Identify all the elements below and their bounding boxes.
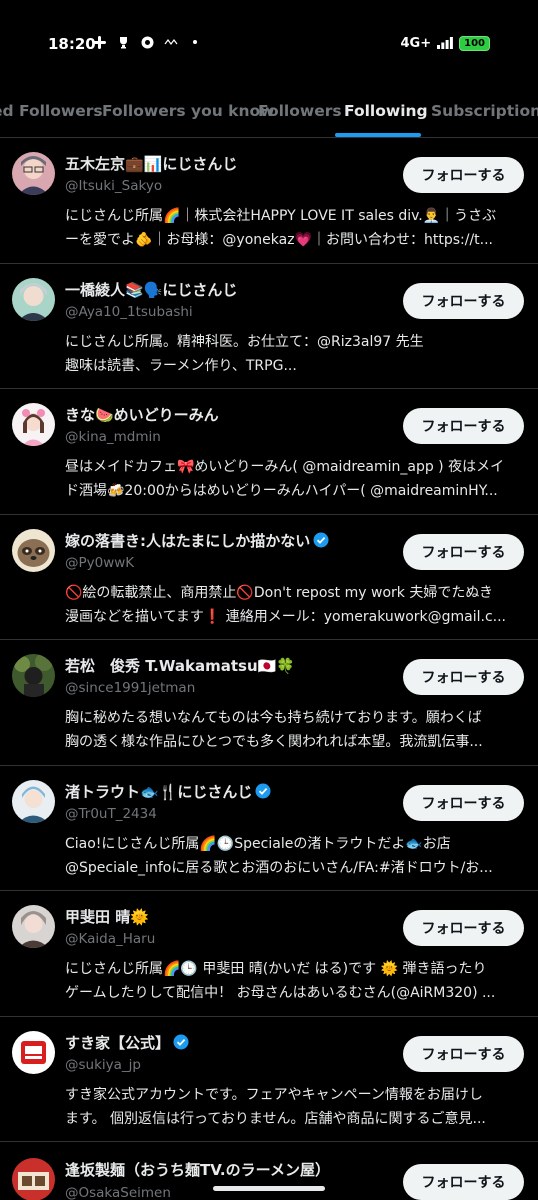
tab-subscriptions[interactable]: Subscriptions [431,102,538,120]
user-name-line: 若松 俊秀 T.Wakamatsu🇯🇵🍀 [65,655,395,676]
following-list: 五木左京💼📊にじさんじ @Itsuki_Sakyo にじさんじ所属🌈｜株式会社H… [0,138,538,1200]
app-icon [164,35,178,49]
avatar[interactable] [12,1158,55,1200]
user-handle: @OsakaSeimen [65,1185,171,1200]
user-row[interactable]: 一橋綾人📚🗣️にじさんじ @Aya10_1tsubashi にじさんじ所属。精神… [0,264,538,389]
avatar[interactable] [12,905,55,948]
user-name-line: きな🍉めいどりーみん [65,404,395,425]
dot-icon [188,35,202,49]
tab-verified-followers[interactable]: ed Followers [0,102,103,120]
user-bio: Ciao!にじさんじ所属🌈🕒Specialeの渚トラウトだよ🐟お店 @Speci… [65,835,493,876]
user-name: 甲斐田 晴🌞 [65,908,149,926]
user-bio: 昼はメイドカフェ🎀めいどりーみん( @maidreamin_app ) 夜はメイ… [65,459,505,499]
user-name-line: 嫁の落書き:人はたまにしか描かない [65,530,395,551]
follow-button[interactable]: フォローする [403,282,524,319]
user-name: 嫁の落書き:人はたまにしか描かない [65,531,311,550]
user-name: 五木左京💼📊にじさんじ [65,155,238,173]
user-handle: @Kaida_Haru [65,931,156,947]
user-row[interactable]: 若松 俊秀 T.Wakamatsu🇯🇵🍀 @since1991jetman 胸に… [0,640,538,766]
user-name-line: 一橋綾人📚🗣️にじさんじ [65,279,395,300]
network-indicator: 4G+ [400,36,432,51]
user-handle: @Tr0uT_2434 [65,805,157,822]
user-name: 逢坂製麺（おうち麺TV.のラーメン屋） [65,1161,331,1179]
follow-button[interactable]: フォローする [403,659,524,695]
user-handle: @since1991jetman [65,680,196,696]
verified-badge-icon [173,1034,189,1050]
trophy-icon [116,35,130,49]
user-name: 若松 俊秀 T.Wakamatsu🇯🇵🍀 [65,657,295,675]
user-handle: @kina_mdmin [65,429,161,445]
user-row[interactable]: 逢坂製麺（おうち麺TV.のラーメン屋） @OsakaSeimen フォローする [0,1142,538,1200]
user-bio: にじさんじ所属。精神科医。お仕立て：@Riz3al97 先生 趣味は読書、ラーメ… [65,333,424,374]
tab-following[interactable]: Following [344,102,428,120]
tab-bar: ed Followers Followers you know Follower… [0,88,538,138]
user-name: 一橋綾人📚🗣️にじさんじ [65,280,238,299]
signal-icon [437,34,454,53]
user-bio: すき家公式アカウントです。フェアやキャンペーン情報をお届けし ます。 個別返信は… [65,1086,486,1127]
user-name-line: 渚トラウト🐟🍴にじさんじ [65,781,395,802]
follow-button[interactable]: フォローする [403,910,524,946]
user-name-line: 逢坂製麺（おうち麺TV.のラーメン屋） [65,1159,395,1180]
user-bio: にじさんじ所属🌈🕒 甲斐田 晴(かいだ はる)です 🌞 弾き語ったり ゲームした… [65,961,496,1001]
follow-button[interactable]: フォローする [403,157,524,193]
active-tab-indicator [335,133,421,137]
user-handle: @Itsuki_Sakyo [65,178,163,194]
avatar[interactable] [12,1030,55,1074]
chrome-icon [140,35,154,49]
user-name-line: 甲斐田 晴🌞 [65,906,395,927]
user-row[interactable]: 五木左京💼📊にじさんじ @Itsuki_Sakyo にじさんじ所属🌈｜株式会社H… [0,138,538,264]
user-handle: @sukiya_jp [65,1056,141,1073]
user-name: きな🍉めいどりーみん [65,406,219,424]
follow-button[interactable]: フォローする [403,533,524,570]
avatar[interactable] [12,654,55,697]
avatar[interactable] [12,152,55,195]
user-bio: 胸に秘めたる想いなんてものは今も持ち続けております。願わくば 胸の透く様な作品に… [65,710,483,750]
user-bio: にじさんじ所属🌈｜株式会社HAPPY LOVE IT sales div.👨‍💼… [65,208,497,248]
tab-followers-you-know[interactable]: Followers you know [102,102,274,120]
battery-icon: 100 [459,36,490,51]
user-row[interactable]: すき家【公式】 @sukiya_jp すき家公式アカウントです。フェアやキャンペ… [0,1017,538,1142]
avatar[interactable] [12,403,55,446]
user-handle: @Py0wwK [65,554,135,571]
user-row[interactable]: 嫁の落書き:人はたまにしか描かない @Py0wwK 🚫絵の転載禁止、商用禁止🚫D… [0,515,538,640]
user-row[interactable]: 渚トラウト🐟🍴にじさんじ @Tr0uT_2434 Ciao!にじさんじ所属🌈🕒S… [0,766,538,891]
status-time: 18:20 [48,35,96,53]
status-notification-icons [92,35,202,49]
user-row[interactable]: きな🍉めいどりーみん @kina_mdmin 昼はメイドカフェ🎀めいどりーみん(… [0,389,538,515]
follow-button[interactable]: フォローする [403,1164,524,1200]
avatar[interactable] [12,779,55,823]
user-row[interactable]: 甲斐田 晴🌞 @Kaida_Haru にじさんじ所属🌈🕒 甲斐田 晴(かいだ は… [0,891,538,1017]
slack-icon [92,35,106,49]
user-name: すき家【公式】 [65,1033,171,1052]
follow-button[interactable]: フォローする [403,408,524,444]
user-handle: @Aya10_1tsubashi [65,303,193,320]
user-name-line: 五木左京💼📊にじさんじ [65,153,395,174]
avatar[interactable] [12,277,55,321]
status-right: 4G+ 100 [401,34,490,53]
user-name-line: すき家【公式】 [65,1032,395,1053]
user-name: 渚トラウト🐟🍴にじさんじ [65,782,253,801]
follow-button[interactable]: フォローする [403,784,524,821]
tab-followers[interactable]: Followers [258,102,342,120]
avatar[interactable] [12,528,55,572]
status-bar: 18:20 4G+ 100 [0,0,538,88]
follow-button[interactable]: フォローする [403,1035,524,1072]
user-bio: 🚫絵の転載禁止、商用禁止🚫Don't repost my work 夫婦でたぬき… [65,584,507,625]
verified-badge-icon [313,532,329,548]
verified-badge-icon [255,783,271,799]
home-indicator[interactable] [213,1186,325,1191]
